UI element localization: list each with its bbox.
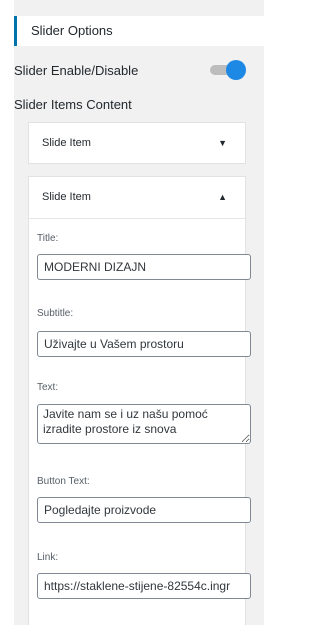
slide-item-collapsed: Slide Item ▼ xyxy=(28,122,246,164)
section-title: Slider Options xyxy=(31,23,113,38)
button-text-label: Button Text: xyxy=(37,476,90,487)
slide-item-header[interactable]: Slide Item ▼ xyxy=(29,123,245,165)
slide-item-title: Slide Item xyxy=(42,191,91,203)
link-label: Link: xyxy=(37,552,59,563)
slide-item-header[interactable]: Slide Item ▲ xyxy=(29,177,245,219)
slider-items-content-label: Slider Items Content xyxy=(14,97,132,112)
subtitle-input[interactable]: Uživajte u Vašem prostoru xyxy=(37,331,251,357)
title-label: Title: xyxy=(37,233,59,244)
toggle-knob xyxy=(226,60,246,80)
slide-item-expanded: Slide Item ▲ Title: MODERNI DIZAJN Subti… xyxy=(28,176,251,625)
slider-enable-toggle[interactable] xyxy=(210,60,248,80)
slide-item-title: Slide Item xyxy=(42,137,91,149)
caret-up-icon[interactable]: ▲ xyxy=(218,191,227,203)
title-input[interactable]: MODERNI DIZAJN xyxy=(37,254,251,280)
card-divider xyxy=(29,218,245,219)
text-label: Text: xyxy=(37,382,59,393)
section-header-slider-options[interactable]: Slider Options xyxy=(14,16,264,46)
slider-enable-label: Slider Enable/Disable xyxy=(14,63,139,78)
customizer-panel: Slider Options Slider Enable/Disable Sli… xyxy=(14,0,264,625)
caret-down-icon[interactable]: ▼ xyxy=(218,137,227,149)
link-input[interactable]: https://staklene-stijene-82554c.ingr xyxy=(37,573,251,599)
button-text-input[interactable]: Pogledajte proizvode xyxy=(37,497,251,523)
subtitle-label: Subtitle: xyxy=(37,308,74,319)
text-textarea[interactable]: Javite nam se i uz našu pomoć izradite p… xyxy=(37,404,251,444)
